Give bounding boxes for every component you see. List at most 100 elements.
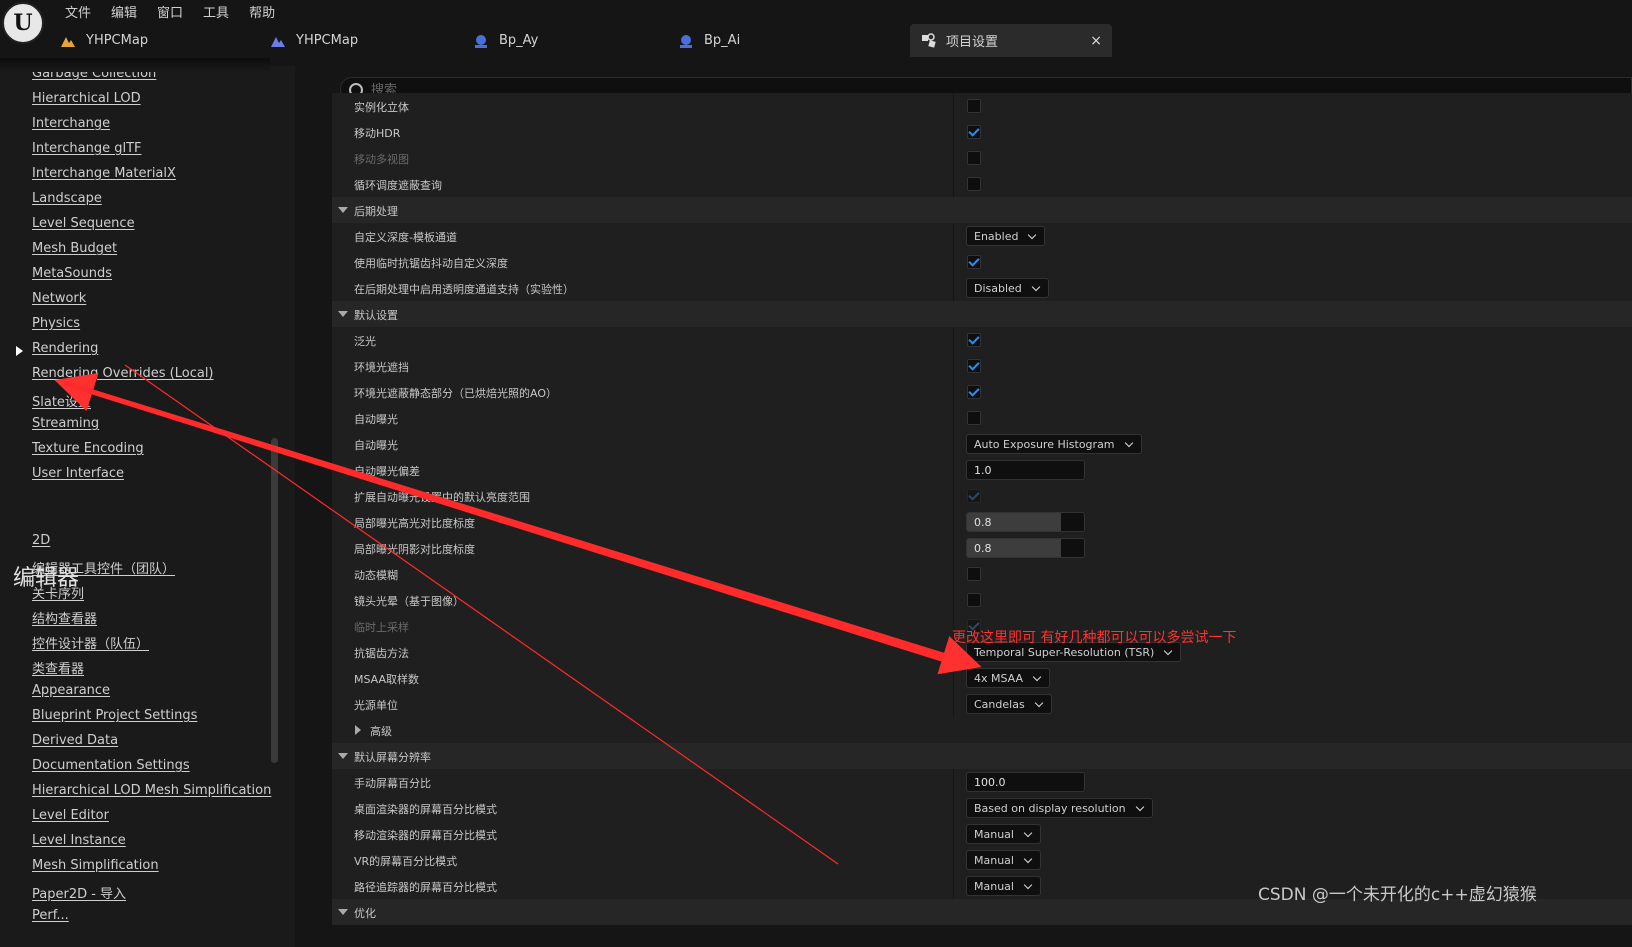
- sidebar-item[interactable]: Streaming: [32, 416, 99, 431]
- column-divider[interactable]: [953, 431, 954, 457]
- column-divider[interactable]: [953, 223, 954, 249]
- column-divider[interactable]: [953, 171, 954, 197]
- sidebar-item[interactable]: Texture Encoding: [32, 441, 144, 456]
- settings-section-header[interactable]: 默认屏幕分辨率: [332, 743, 1632, 770]
- setting-dropdown[interactable]: Disabled: [966, 278, 1049, 298]
- sidebar-item[interactable]: User Interface: [32, 466, 124, 481]
- setting-number-field[interactable]: 100.0: [966, 772, 1085, 792]
- sidebar-item[interactable]: Paper2D - 导入: [32, 883, 126, 902]
- editor-tab[interactable]: YHPCMap: [270, 24, 358, 57]
- sidebar-scrollbar[interactable]: [271, 438, 278, 763]
- setting-checkbox[interactable]: [967, 411, 981, 425]
- sidebar-item[interactable]: Network: [32, 291, 86, 306]
- setting-row[interactable]: 高级: [332, 717, 1632, 744]
- column-divider[interactable]: [953, 275, 954, 301]
- editor-tab[interactable]: 项目设置 ×: [910, 24, 1112, 57]
- setting-dropdown[interactable]: Auto Exposure Histogram: [966, 434, 1142, 454]
- editor-tab[interactable]: Bp_Ay: [473, 24, 538, 57]
- column-divider[interactable]: [953, 665, 954, 691]
- column-divider[interactable]: [953, 327, 954, 353]
- collapse-caret-icon[interactable]: [338, 909, 348, 915]
- setting-dropdown[interactable]: Manual: [966, 850, 1041, 870]
- setting-dropdown[interactable]: Candelas: [966, 694, 1052, 714]
- setting-number-field[interactable]: 1.0: [966, 460, 1085, 480]
- column-divider[interactable]: [953, 769, 954, 795]
- sidebar-item[interactable]: Mesh Simplification: [32, 858, 159, 873]
- column-divider[interactable]: [953, 119, 954, 145]
- sidebar-item[interactable]: Rendering Overrides (Local): [32, 366, 214, 381]
- sidebar-item[interactable]: Mesh Budget: [32, 241, 117, 256]
- menu-item[interactable]: 编辑: [101, 0, 147, 21]
- sidebar-item[interactable]: Interchange glTF: [32, 141, 141, 156]
- collapse-caret-icon[interactable]: [338, 753, 348, 759]
- column-divider[interactable]: [953, 353, 954, 379]
- menu-item[interactable]: 文件: [55, 0, 101, 21]
- expand-caret-icon[interactable]: [355, 725, 361, 735]
- settings-section-header[interactable]: 默认设置: [332, 301, 1632, 328]
- menu-item[interactable]: 工具: [193, 0, 239, 21]
- column-divider[interactable]: [953, 795, 954, 821]
- sidebar-item[interactable]: Level Editor: [32, 808, 109, 823]
- sidebar-item[interactable]: Interchange: [32, 116, 110, 131]
- column-divider[interactable]: [953, 561, 954, 587]
- sidebar-item[interactable]: Appearance: [32, 683, 110, 698]
- setting-checkbox[interactable]: [967, 125, 981, 139]
- sidebar-item[interactable]: Hierarchical LOD Mesh Simplification: [32, 783, 271, 798]
- setting-checkbox[interactable]: [967, 333, 981, 347]
- setting-dropdown[interactable]: Manual: [966, 824, 1041, 844]
- column-divider[interactable]: [953, 691, 954, 717]
- sidebar-item[interactable]: Physics: [32, 316, 80, 331]
- column-divider[interactable]: [953, 587, 954, 613]
- unreal-logo-icon[interactable]: [2, 2, 44, 44]
- setting-checkbox[interactable]: [967, 151, 981, 165]
- sidebar-item[interactable]: Interchange MaterialX: [32, 166, 176, 181]
- sidebar-item[interactable]: Hierarchical LOD: [32, 91, 141, 106]
- sidebar-item[interactable]: 类查看器: [32, 658, 84, 677]
- column-divider[interactable]: [953, 509, 954, 535]
- sidebar-item[interactable]: Landscape: [32, 191, 102, 206]
- setting-dropdown[interactable]: Manual: [966, 876, 1041, 896]
- setting-dropdown[interactable]: 4x MSAA: [966, 668, 1051, 688]
- column-divider[interactable]: [953, 483, 954, 509]
- editor-tab[interactable]: YHPCMap: [60, 24, 148, 57]
- setting-checkbox[interactable]: [967, 359, 981, 373]
- setting-checkbox[interactable]: [967, 99, 981, 113]
- collapse-caret-icon[interactable]: [338, 311, 348, 317]
- column-divider[interactable]: [953, 249, 954, 275]
- column-divider[interactable]: [953, 379, 954, 405]
- setting-checkbox[interactable]: [967, 255, 981, 269]
- setting-checkbox[interactable]: [967, 489, 981, 503]
- column-divider[interactable]: [953, 93, 954, 119]
- sidebar-item[interactable]: Slate设置: [32, 391, 91, 410]
- editor-tab[interactable]: Bp_Ai: [678, 24, 740, 57]
- column-divider[interactable]: [953, 847, 954, 873]
- sidebar-item[interactable]: 结构查看器: [32, 608, 97, 627]
- sidebar-item[interactable]: Documentation Settings: [32, 758, 190, 773]
- sidebar-item[interactable]: Derived Data: [32, 733, 118, 748]
- column-divider[interactable]: [953, 457, 954, 483]
- sidebar-item[interactable]: Level Instance: [32, 833, 126, 848]
- menu-item[interactable]: 帮助: [239, 0, 285, 21]
- collapse-caret-icon[interactable]: [338, 207, 348, 213]
- column-divider[interactable]: [953, 821, 954, 847]
- setting-checkbox[interactable]: [967, 593, 981, 607]
- sidebar-item[interactable]: 2D: [32, 533, 50, 548]
- column-divider[interactable]: [953, 145, 954, 171]
- sidebar-item[interactable]: Rendering: [32, 341, 98, 356]
- setting-checkbox[interactable]: [967, 567, 981, 581]
- setting-dropdown[interactable]: Enabled: [966, 226, 1046, 246]
- sidebar-item[interactable]: Level Sequence: [32, 216, 135, 231]
- settings-section-header[interactable]: 后期处理: [332, 197, 1632, 224]
- sidebar-item[interactable]: Perf...: [32, 908, 69, 923]
- setting-slider[interactable]: 0.8: [966, 512, 1085, 532]
- sidebar-item[interactable]: 控件设计器（队伍）: [32, 633, 149, 652]
- sidebar-item[interactable]: MetaSounds: [32, 266, 112, 281]
- expand-arrow-icon[interactable]: [16, 346, 23, 356]
- column-divider[interactable]: [953, 873, 954, 899]
- setting-checkbox[interactable]: [967, 177, 981, 191]
- setting-checkbox[interactable]: [967, 385, 981, 399]
- column-divider[interactable]: [953, 405, 954, 431]
- close-tab-icon[interactable]: ×: [1090, 33, 1102, 49]
- setting-dropdown[interactable]: Based on display resolution: [966, 798, 1153, 818]
- column-divider[interactable]: [953, 535, 954, 561]
